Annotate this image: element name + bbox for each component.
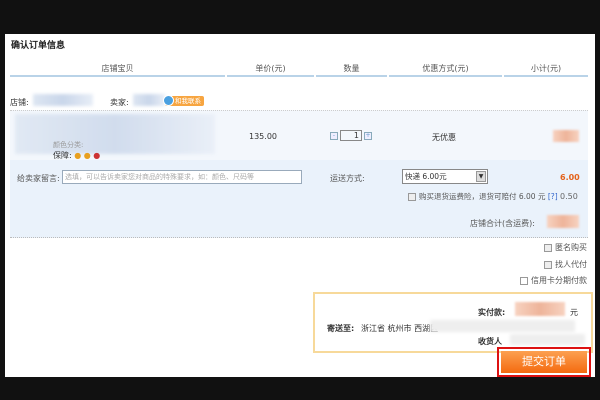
option-label: 匿名购买: [555, 243, 587, 252]
message-label: 给卖家留言:: [17, 174, 60, 183]
shop-total-label: 店铺合计(含运费):: [470, 219, 535, 228]
chevron-down-icon: ▼: [476, 171, 486, 182]
item-color: 颜色分类:: [53, 141, 84, 149]
insurance-checkbox[interactable]: [408, 193, 416, 201]
shipping-selected: 快递 6.00元: [405, 172, 447, 181]
seller-label: 卖家:: [110, 98, 129, 107]
shipping-label: 运送方式:: [330, 174, 365, 183]
col-header-subtotal: 小计(元): [504, 63, 588, 77]
wangwang-icon: [163, 95, 174, 106]
shipping-fee: 6.00: [560, 173, 580, 182]
guarantee-icons: ● ● ●: [74, 151, 101, 160]
item-discount: 无优惠: [432, 133, 456, 142]
ship-to-label: 寄送至:: [327, 324, 355, 333]
col-header-discount: 优惠方式(元): [389, 63, 502, 77]
proxy-pay-checkbox[interactable]: [544, 260, 552, 269]
anonymous-option[interactable]: 匿名购买: [544, 242, 587, 253]
page-title: 确认订单信息: [11, 41, 66, 51]
order-confirm-page: 确认订单信息 店铺宝贝 单价(元) 数量 优惠方式(元) 小计(元) 店铺: 卖…: [5, 34, 595, 377]
shop-label: 店铺:: [10, 98, 29, 107]
contact-seller-button[interactable]: 和我联系: [163, 95, 204, 106]
option-label: 信用卡分期付款: [531, 276, 587, 285]
proxy-pay-option[interactable]: 找人代付: [544, 259, 587, 270]
address: 浙江省 杭州市 西湖区: [361, 324, 439, 333]
currency-label: 元: [570, 308, 578, 317]
pay-label: 实付款:: [478, 308, 506, 317]
message-input[interactable]: 选填，可以告诉卖家您对商品的特殊要求，如：颜色、尺码等: [62, 170, 302, 184]
shipping-select[interactable]: 快递 6.00元 ▼: [402, 169, 488, 184]
submit-label: 提交订单: [501, 351, 587, 373]
installment-checkbox[interactable]: [520, 276, 528, 285]
installment-option[interactable]: 信用卡分期付款: [520, 275, 587, 286]
col-header-price: 单价(元): [227, 63, 314, 77]
qty-minus-button[interactable]: -: [330, 131, 338, 140]
receiver-label: 收货人: [478, 337, 502, 346]
quantity-stepper[interactable]: -1 +: [330, 130, 372, 141]
insurance-option[interactable]: 购买退货运费险，退货可赔付 6.00 元 [?]: [408, 191, 558, 202]
option-label: 找人代付: [555, 260, 587, 269]
guarantee-label: 保障:: [53, 151, 72, 160]
col-header-item: 店铺宝贝: [10, 63, 225, 77]
help-link[interactable]: [?]: [548, 192, 558, 201]
insurance-label: 购买退货运费险，退货可赔付 6.00 元: [419, 192, 546, 201]
anonymous-checkbox[interactable]: [544, 243, 552, 252]
quantity-input[interactable]: 1: [340, 130, 362, 141]
insurance-fee: 0.50: [560, 192, 578, 201]
contact-label: 和我联系: [175, 97, 201, 105]
item-price: 135.00: [249, 132, 277, 141]
submit-order-button[interactable]: 提交订单: [497, 347, 591, 377]
qty-plus-button[interactable]: +: [364, 131, 372, 140]
col-header-quantity: 数量: [316, 63, 387, 77]
